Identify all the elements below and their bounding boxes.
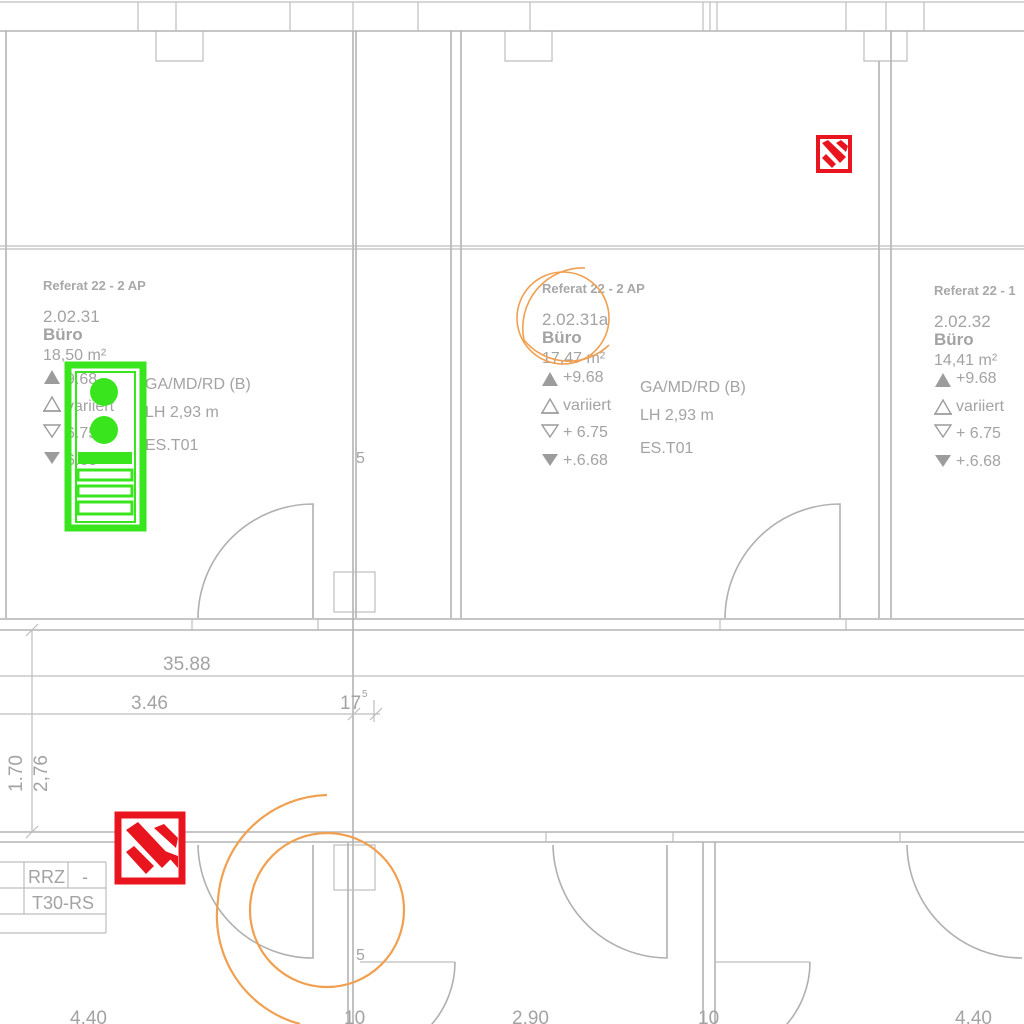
room-area: 18,50 m² [43, 347, 107, 364]
room-level-1: +9.68 [956, 370, 997, 387]
level-top-icon [542, 372, 558, 386]
room-number: 2.02.31 [43, 307, 100, 326]
dim-top-total: 35.88 [163, 654, 211, 675]
dim-bottom-4: 10 [698, 1008, 719, 1024]
dimension-texts: 35.88 3.46 17 5 1.70 2,76 5 5 4.40 10 2.… [6, 450, 992, 1024]
level-finish-icon [42, 424, 62, 439]
level-raw-icon [44, 452, 60, 464]
selection-spiral-icon [215, 793, 406, 1024]
fire-extinguisher-sign-icon [816, 135, 852, 173]
room-dept: Referat 22 - 2 AP [43, 278, 146, 293]
room-level-4: +.6.68 [956, 453, 1001, 470]
room-name: Büro [934, 330, 974, 349]
first-aid-cabinet-icon [64, 361, 147, 532]
dim-bottom-3: 2.90 [512, 1008, 549, 1024]
room-label-2-02-31: Referat 22 - 2 AP 2.02.31 Büro 18,50 m² … [42, 278, 251, 469]
room-dept: Referat 22 - 1 [934, 283, 1016, 298]
room-area: 14,41 m² [934, 352, 998, 369]
dim-vert-b: 2,76 [31, 755, 52, 792]
wall-mark-b: 5 [356, 947, 365, 964]
level-top-icon [935, 373, 951, 387]
dim-top-small: 17 [340, 693, 361, 714]
room-level-2: variiert [956, 398, 1005, 415]
dim-bottom-1: 4.40 [70, 1008, 107, 1024]
level-raw-icon [542, 454, 558, 466]
room-finish: GA/MD/RD (B) [145, 376, 251, 393]
room-level-3: + 6.75 [956, 425, 1001, 442]
room-number: 2.02.32 [934, 312, 991, 331]
door-swings [197, 503, 1023, 1024]
room-level-3: + 6.75 [563, 424, 608, 441]
room-height: LH 2,93 m [640, 407, 714, 424]
room-label-2-02-31a: Referat 22 - 2 AP 2.02.31a Büro 17,47 m²… [540, 281, 746, 469]
level-ceiling-icon [933, 398, 953, 415]
floor-plan: Referat 22 - 2 AP 2.02.31 Büro 18,50 m² … [0, 1, 1024, 1024]
room-label-2-02-32: Referat 22 - 1 2.02.32 Büro 14,41 m² +9.… [933, 283, 1016, 470]
room-code: ES.T01 [145, 437, 198, 454]
room-name: Büro [542, 328, 582, 347]
room-level-1: +9.68 [563, 369, 604, 386]
dim-bottom-2: 10 [344, 1008, 365, 1024]
dim-vert-a: 1.70 [6, 755, 27, 792]
tag-rrz: RRZ [28, 867, 65, 887]
level-top-icon [44, 370, 60, 384]
fire-extinguisher-sign-icon [114, 811, 186, 885]
tag-rrz-dash: - [82, 867, 88, 887]
level-ceiling-icon [42, 395, 62, 412]
level-finish-icon [540, 424, 560, 439]
level-ceiling-icon [540, 397, 560, 414]
room-finish: GA/MD/RD (B) [640, 379, 746, 396]
dim-top-segment: 3.46 [131, 693, 168, 714]
level-finish-icon [933, 424, 953, 439]
room-code: ES.T01 [640, 440, 693, 457]
wall-mark-a: 5 [356, 450, 365, 467]
room-level-2: variiert [563, 397, 612, 414]
tag-t30: T30-RS [32, 893, 94, 913]
level-raw-icon [935, 455, 951, 467]
dim-bottom-5: 4.40 [955, 1008, 992, 1024]
room-level-4: +.6.68 [563, 452, 608, 469]
room-number: 2.02.31a [542, 310, 609, 329]
room-name: Büro [43, 325, 83, 344]
dim-top-small-sup: 5 [362, 689, 368, 700]
room-height: LH 2,93 m [145, 404, 219, 421]
